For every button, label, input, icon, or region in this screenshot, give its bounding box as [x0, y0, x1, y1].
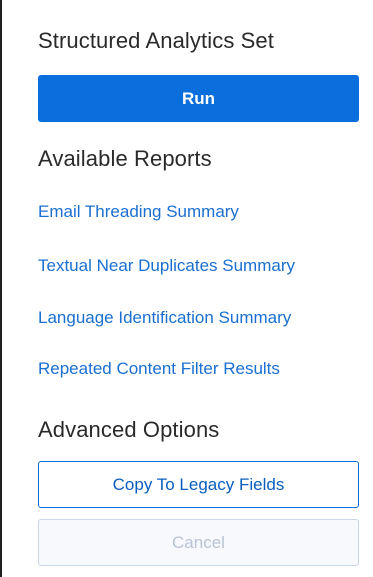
advanced-options-title: Advanced Options — [38, 417, 220, 442]
available-reports-title: Available Reports — [38, 146, 212, 171]
report-link-repeated-content-filter-results[interactable]: Repeated Content Filter Results — [38, 359, 280, 379]
analytics-side-panel: Structured Analytics Set Run Available R… — [0, 0, 373, 577]
report-link-textual-near-duplicates-summary[interactable]: Textual Near Duplicates Summary — [38, 256, 295, 276]
report-link-language-identification-summary[interactable]: Language Identification Summary — [38, 308, 291, 328]
report-link-email-threading-summary[interactable]: Email Threading Summary — [38, 202, 239, 222]
copy-to-legacy-fields-button[interactable]: Copy To Legacy Fields — [38, 461, 359, 508]
cancel-button[interactable]: Cancel — [38, 519, 359, 566]
run-button[interactable]: Run — [38, 75, 359, 122]
structured-analytics-set-title: Structured Analytics Set — [38, 28, 274, 53]
